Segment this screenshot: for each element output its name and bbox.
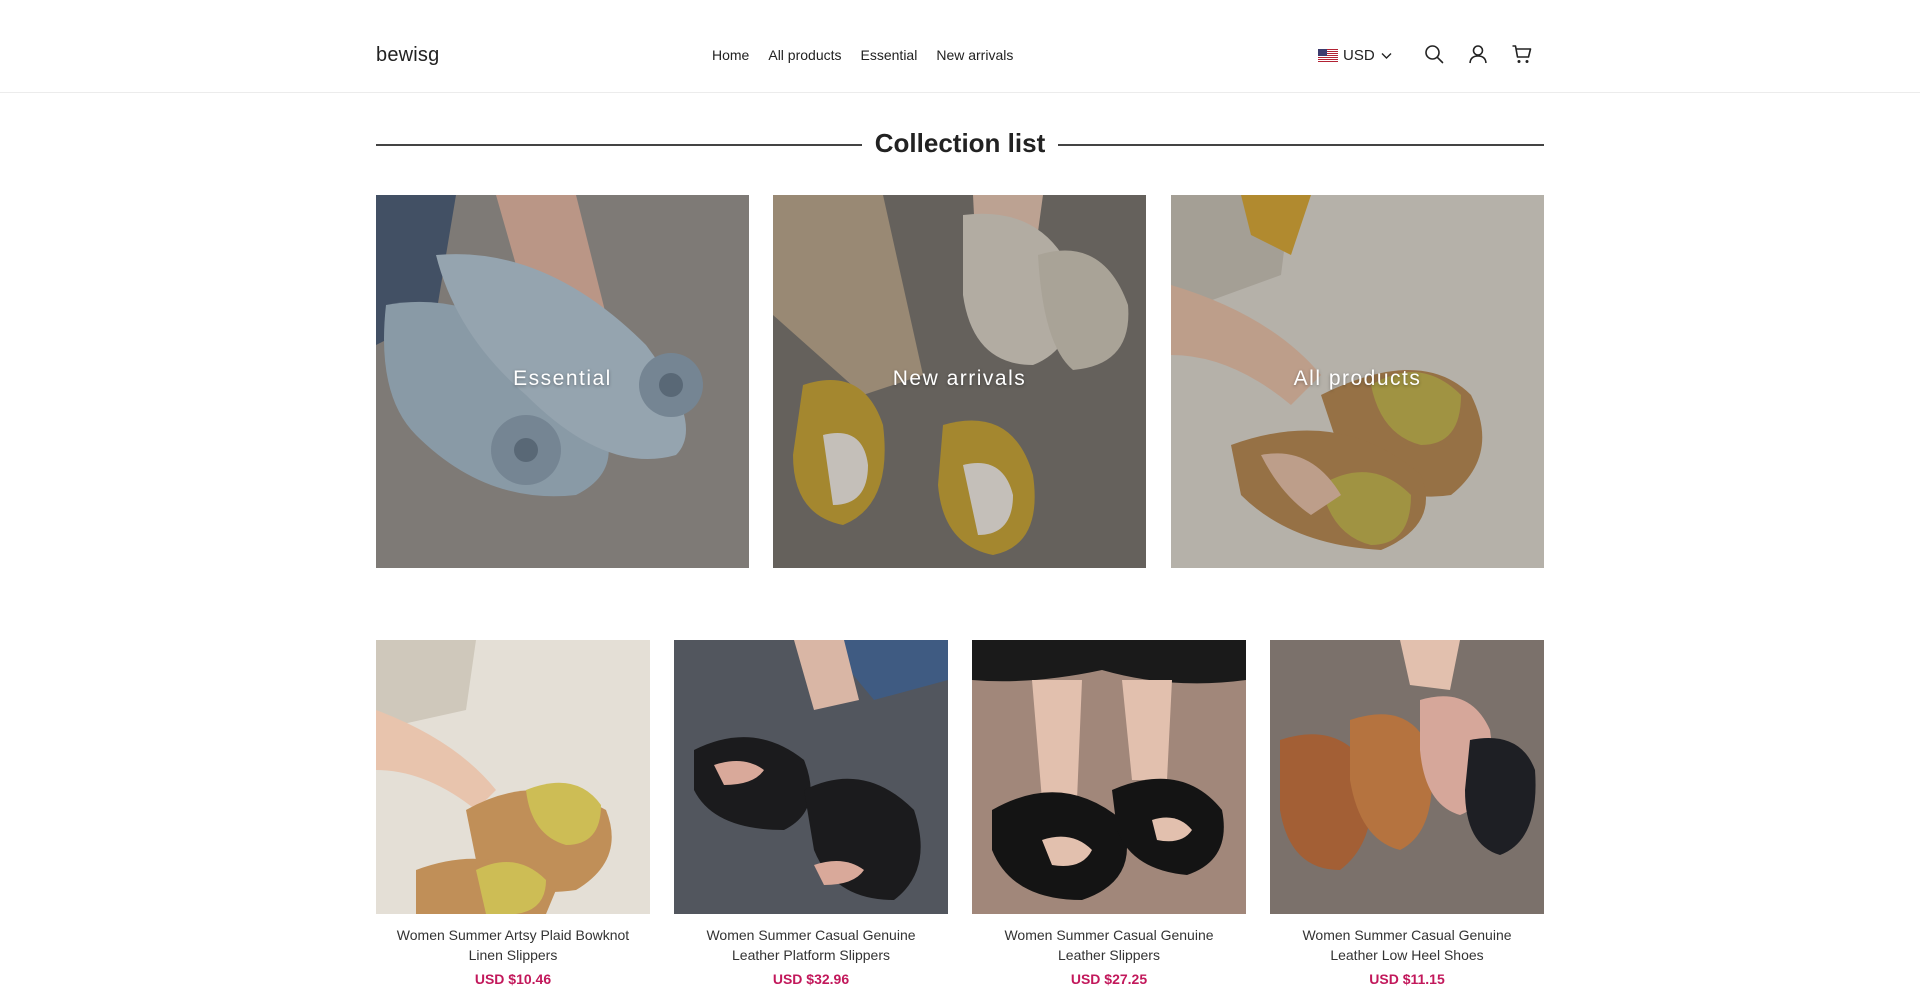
product-image[interactable]	[1270, 640, 1544, 914]
currency-selector[interactable]: USD	[1318, 47, 1393, 64]
cart-button[interactable]	[1511, 43, 1533, 65]
product-image[interactable]	[376, 640, 650, 914]
product-card[interactable]: Women Summer Casual Genuine Leather Low …	[1270, 640, 1544, 987]
flag-us-icon	[1318, 49, 1338, 62]
collection-list-heading: Collection list	[376, 126, 1544, 162]
product-title[interactable]: Women Summer Casual Genuine Leather Plat…	[674, 925, 948, 965]
main-nav: Home All products Essential New arrivals	[712, 47, 1013, 63]
site-header: bewisg Home All products Essential New a…	[0, 0, 1920, 93]
product-title[interactable]: Women Summer Casual Genuine Leather Low …	[1270, 925, 1544, 965]
collection-card-essential[interactable]: Essential	[376, 195, 749, 568]
collection-label-new-arrivals: New arrivals	[892, 367, 1027, 390]
collection-label-essential: Essential	[513, 367, 612, 390]
product-photo-low-heel	[1270, 640, 1544, 914]
product-card[interactable]: Women Summer Artsy Plaid Bowknot Linen S…	[376, 640, 650, 987]
product-image[interactable]	[972, 640, 1246, 914]
collection-label-all-products: All products	[1293, 367, 1422, 390]
store-logo[interactable]: bewisg	[376, 44, 439, 67]
product-photo-bowknot	[376, 640, 650, 914]
product-image[interactable]	[674, 640, 948, 914]
nav-new-arrivals[interactable]: New arrivals	[936, 47, 1013, 63]
product-price: USD $32.96	[772, 971, 850, 987]
product-price: USD $11.15	[1369, 971, 1445, 987]
collection-card-all-products[interactable]: All products	[1171, 195, 1544, 568]
product-price: USD $10.46	[474, 971, 552, 987]
product-photo-platform	[674, 640, 948, 914]
currency-label: USD	[1343, 47, 1375, 64]
product-card[interactable]: Women Summer Casual Genuine Leather Plat…	[674, 640, 948, 987]
nav-all-products[interactable]: All products	[768, 47, 841, 63]
chevron-down-icon	[1381, 53, 1392, 59]
product-price: USD $27.25	[1070, 971, 1148, 987]
account-button[interactable]	[1467, 43, 1489, 65]
product-title[interactable]: Women Summer Artsy Plaid Bowknot Linen S…	[376, 925, 650, 965]
cart-icon	[1512, 45, 1532, 63]
user-icon	[1469, 45, 1487, 64]
nav-essential[interactable]: Essential	[861, 47, 918, 63]
section-title: Collection list	[874, 128, 1046, 158]
collection-card-new-arrivals[interactable]: New arrivals	[773, 195, 1146, 568]
product-photo-cross-strap	[972, 640, 1246, 914]
product-card[interactable]: Women Summer Casual Genuine Leather Slip…	[972, 640, 1246, 987]
nav-home[interactable]: Home	[712, 47, 749, 63]
search-icon	[1425, 45, 1444, 64]
product-title[interactable]: Women Summer Casual Genuine Leather Slip…	[972, 925, 1246, 965]
search-button[interactable]	[1423, 43, 1445, 65]
